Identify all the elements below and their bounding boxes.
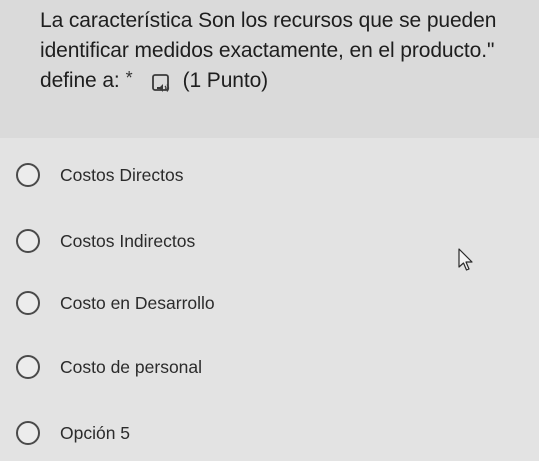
- option-opcion-5[interactable]: Opción 5: [16, 416, 130, 450]
- question-points: (1 Punto): [182, 69, 269, 92]
- question-header: La característica Son los recursos que s…: [0, 0, 539, 138]
- option-costos-indirectos[interactable]: Costos Indirectos: [16, 224, 195, 258]
- radio-button-icon[interactable]: [16, 163, 40, 187]
- required-marker: *: [125, 68, 133, 88]
- option-label: Costo en Desarrollo: [60, 292, 215, 313]
- option-costos-directos[interactable]: Costos Directos: [16, 158, 184, 192]
- radio-button-icon[interactable]: [16, 355, 40, 379]
- option-label: Costos Indirectos: [60, 230, 196, 251]
- radio-button-icon[interactable]: [16, 229, 40, 253]
- radio-button-icon[interactable]: [16, 291, 40, 315]
- mouse-pointer-icon: [458, 248, 474, 272]
- question-title-line-3-text: define a:: [40, 69, 120, 92]
- question-title-line-2: identificar medidos exactamente, en el p…: [40, 39, 495, 62]
- question-title-line-3: define a: * (1 Punto): [40, 66, 530, 96]
- question-title: La característica Son los recursos que s…: [40, 6, 530, 96]
- radio-button-icon[interactable]: [16, 421, 40, 445]
- question-title-line-1: La característica Son los recursos que s…: [40, 9, 497, 32]
- immersive-reader-icon-graphic: [151, 74, 169, 92]
- option-label: Opción 5: [60, 422, 131, 443]
- option-costo-de-personal[interactable]: Costo de personal: [16, 350, 202, 384]
- option-label: Costo de personal: [60, 356, 203, 377]
- answer-options: Costos Directos Costos Indirectos Costo …: [0, 138, 539, 461]
- option-costo-en-desarrollo[interactable]: Costo en Desarrollo: [16, 286, 215, 320]
- option-label: Costos Directos: [60, 164, 184, 185]
- immersive-reader-icon[interactable]: [151, 72, 173, 92]
